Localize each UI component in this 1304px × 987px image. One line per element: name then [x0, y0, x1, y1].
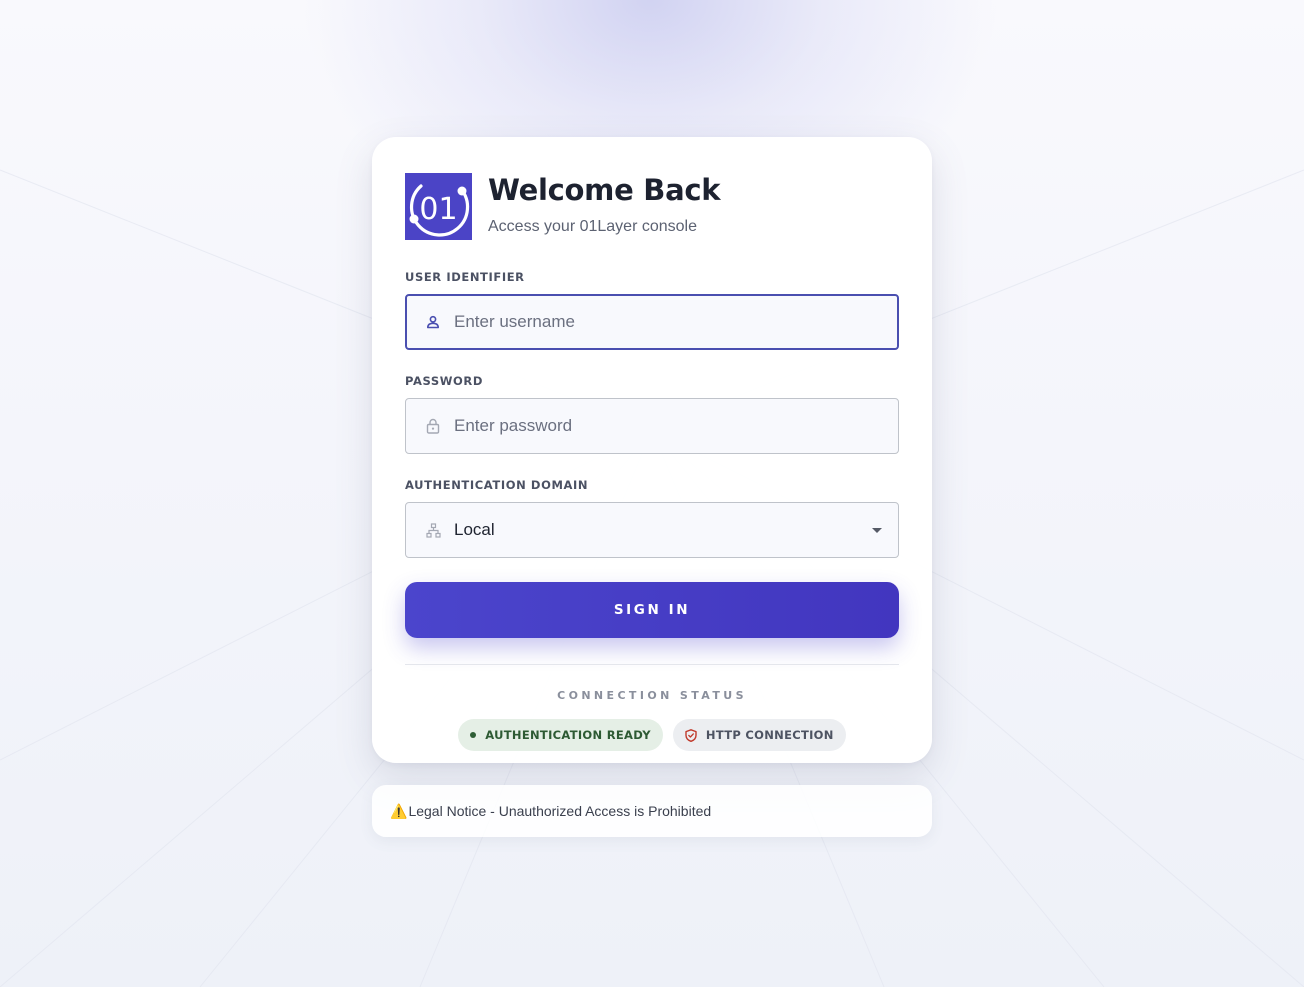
status-badge-auth-ready: AUTHENTICATION READY [458, 719, 663, 751]
page-subtitle: Access your 01Layer console [488, 218, 697, 235]
legal-notice-text: Legal Notice - Unauthorized Access is Pr… [408, 803, 712, 819]
password-field[interactable] [405, 398, 899, 454]
status-badge-http-connection: HTTP CONNECTION [672, 719, 846, 751]
divider [405, 664, 899, 665]
password-input[interactable] [454, 416, 874, 436]
domain-select[interactable]: Local [405, 502, 899, 558]
card-header: 01 Welcome Back Access your 01Layer cons… [405, 173, 899, 240]
status-badges: AUTHENTICATION READY HTTP CONNECTION [405, 719, 899, 751]
logo-icon: 01 [409, 184, 470, 237]
login-card: 01 Welcome Back Access your 01Layer cons… [372, 137, 932, 763]
connection-status-title: CONNECTION STATUS [557, 689, 747, 702]
status-dot-icon [470, 732, 477, 738]
status-badge-label: AUTHENTICATION READY [485, 728, 651, 742]
chevron-down-icon [872, 527, 882, 533]
svg-text:01: 01 [419, 192, 457, 227]
username-input[interactable] [454, 312, 874, 332]
password-label: PASSWORD [405, 374, 483, 388]
logo: 01 [405, 173, 472, 240]
domain-select-value: Local [454, 520, 495, 539]
status-badge-label: HTTP CONNECTION [705, 728, 834, 742]
username-label: USER IDENTIFIER [405, 270, 525, 284]
lock-icon [412, 418, 454, 434]
sitemap-icon [412, 522, 454, 538]
sign-in-button[interactable]: SIGN IN [405, 582, 899, 638]
page-title: Welcome Back [488, 173, 721, 207]
username-field[interactable] [405, 294, 899, 350]
legal-notice: ⚠️ Legal Notice - Unauthorized Access is… [372, 785, 932, 837]
shield-icon [685, 728, 697, 742]
user-icon [412, 315, 454, 329]
warning-icon: ⚠️ [390, 802, 408, 819]
domain-label: AUTHENTICATION DOMAIN [405, 478, 589, 492]
